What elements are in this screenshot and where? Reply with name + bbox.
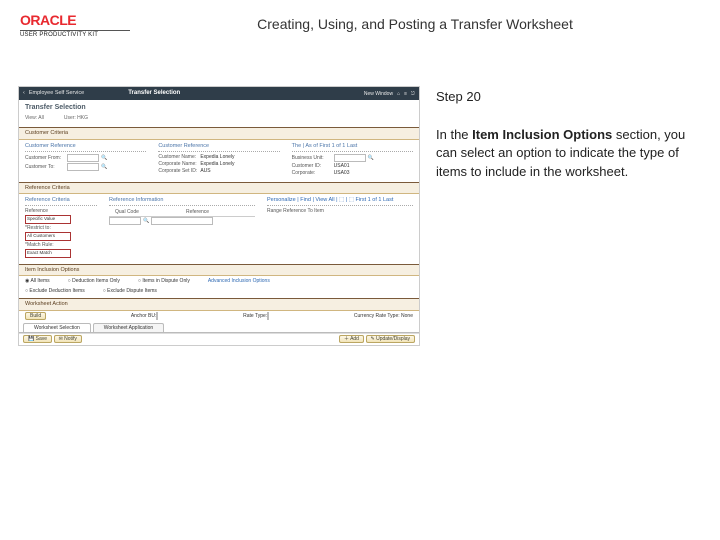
customer-criteria-section: Customer Criteria Customer Reference Cus… [19,127,419,179]
new-window-link[interactable]: New Window [364,91,393,97]
logo-subtitle: USER PRODUCTIVITY KIT [20,30,130,38]
app-screenshot: ‹ Employee Self Service Transfer Selecti… [18,86,420,346]
app-topbar: ‹ Employee Self Service Transfer Selecti… [19,87,419,100]
tab-row: Worksheet Selection Worksheet Applicatio… [19,321,419,333]
advanced-inclusion-link[interactable]: Advanced Inclusion Options [208,278,270,284]
step-label: Step 20 [436,88,702,106]
signout-icon[interactable]: ⎋ [411,91,415,97]
lookup-icon[interactable]: 🔍 [368,155,374,161]
rate-type-input[interactable] [267,312,269,320]
reference-select[interactable]: Specific Value [25,215,71,224]
bu-input[interactable] [334,154,366,162]
lookup-icon[interactable]: 🔍 [101,164,107,170]
customer-from-input[interactable] [67,154,99,162]
nav-icon[interactable]: ≡ [404,91,407,97]
item-inclusion-section: Item Inclusion Options ◉ All Items ○ Ded… [19,264,419,297]
col-header: Customer Reference [25,143,146,152]
reference-criteria-section: Reference Criteria Reference Criteria Re… [19,182,419,262]
save-button[interactable]: 💾 Save [23,335,52,343]
update-display-button[interactable]: ✎ Update/Display [366,335,416,343]
col-header: Reference Criteria [25,197,97,206]
tab-worksheet-selection[interactable]: Worksheet Selection [23,323,91,332]
col-header: Customer Reference [158,143,279,152]
logo-brand: ORACLE [20,12,130,28]
grid-nav[interactable]: The | As of First 1 of 1 Last [292,143,413,152]
page-title: Creating, Using, and Posting a Transfer … [130,12,700,32]
section-header: Reference Criteria [19,183,419,195]
add-button[interactable]: ＋ Add [339,335,364,343]
app-name: Employee Self Service [29,90,84,97]
radio-all-items[interactable]: ◉ All Items [25,278,50,284]
restrict-select[interactable]: All Customers [25,232,71,241]
back-icon[interactable]: ‹ [23,90,25,97]
customer-to-input[interactable] [67,163,99,171]
page-subheader: View: All User: HKG [19,114,419,125]
instruction-text: In the Item Inclusion Options section, y… [436,126,702,181]
section-header: Item Inclusion Options [19,265,419,277]
build-button[interactable]: Build [25,312,46,320]
notify-button[interactable]: ✉ Notify [54,335,82,343]
col-header: Reference Information [109,197,255,206]
anchor-bu-input[interactable] [156,312,158,320]
match-select[interactable]: Exact Match [25,249,71,258]
radio-exclude-dispute[interactable]: ○ Exclude Dispute Items [103,288,157,294]
radio-deduction-only[interactable]: ○ Deduction Items Only [68,278,120,284]
home-icon[interactable]: ⌂ [397,91,400,97]
lookup-icon[interactable]: 🔍 [101,155,107,161]
page-heading: Transfer Selection [19,100,419,114]
reference-input[interactable] [151,217,213,225]
radio-exclude-deduction[interactable]: ○ Exclude Deduction Items [25,288,85,294]
worksheet-action-section: Worksheet Action Build Anchor BU: Rate T… [19,298,419,321]
footer-bar: 💾 Save ✉ Notify ＋ Add ✎ Update/Display [19,333,419,345]
topbar-title: Transfer Selection [128,90,180,97]
qual-code-input[interactable] [109,217,141,225]
tab-worksheet-application[interactable]: Worksheet Application [93,323,164,332]
section-header: Customer Criteria [19,128,419,140]
section-header: Worksheet Action [19,299,419,311]
radio-dispute-only[interactable]: ○ Items in Dispute Only [138,278,190,284]
lookup-icon[interactable]: 🔍 [143,218,149,224]
instruction-pane: Step 20 In the Item Inclusion Options se… [436,86,702,346]
grid-nav[interactable]: Personalize | Find | View All | ⬚ | ⬚ Fi… [267,197,413,206]
logo-block: ORACLE USER PRODUCTIVITY KIT [20,12,130,38]
